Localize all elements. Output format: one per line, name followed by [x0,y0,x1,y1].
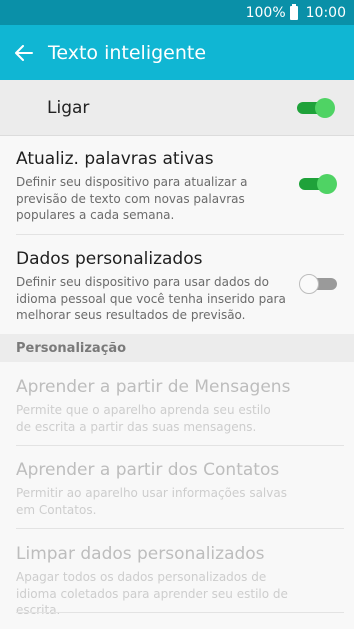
setting-title: Aprender a partir dos Contatos [16,460,280,480]
setting-description: Permite que o aparelho aprenda seu estil… [16,403,271,434]
divider [16,234,344,235]
clock: 10:00 [305,4,346,21]
learn-from-messages[interactable]: Aprender a partir de Mensagens Permite q… [0,376,354,435]
section-header: Personalização [0,334,354,362]
battery-percent: 100% [245,4,286,21]
setting-title: Dados personalizados [16,249,203,269]
page-title: Texto inteligente [48,41,207,64]
setting-title: Aprender a partir de Mensagens [16,377,291,397]
master-switch-row[interactable]: Ligar [0,80,354,136]
setting-title: Atualiz. palavras ativas [16,149,214,169]
master-switch-label: Ligar [47,97,90,118]
clear-personal-data[interactable]: Limpar dados personalizados Apagar todos… [0,543,354,619]
back-arrow-icon[interactable] [0,25,48,80]
setting-title: Limpar dados personalizados [16,544,265,564]
setting-description: Definir seu dispositivo para atualizar a… [16,175,248,222]
battery-icon [289,3,298,20]
active-words-toggle[interactable] [299,174,337,194]
divider [16,445,344,446]
app-bar: Texto inteligente [0,25,354,80]
divider [16,528,344,529]
learn-from-contacts[interactable]: Aprender a partir dos Contatos Permitir … [0,459,354,518]
setting-description: Permitir ao aparelho usar informações sa… [16,486,287,517]
status-bar: 100% 10:00 [0,0,354,25]
divider [16,612,344,613]
setting-description: Definir seu dispositivo para usar dados … [16,275,286,322]
personal-data-toggle[interactable] [299,274,337,294]
master-toggle[interactable] [297,97,335,118]
